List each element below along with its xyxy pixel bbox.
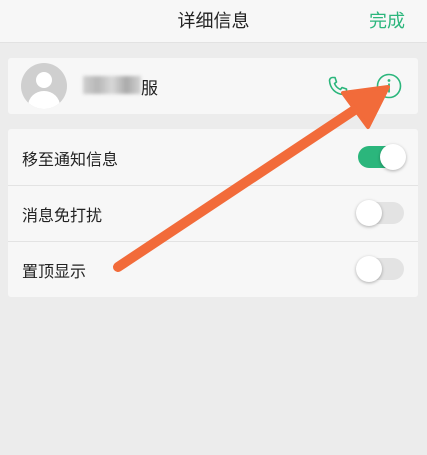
setting-row-do-not-disturb[interactable]: 消息免打扰 [8, 185, 418, 241]
move-to-notification-toggle[interactable] [358, 144, 406, 170]
do-not-disturb-toggle[interactable] [356, 200, 404, 226]
avatar-head-shape [36, 72, 52, 88]
top-bar: 详细信息 完成 [0, 0, 427, 43]
avatar[interactable] [21, 63, 67, 109]
page-title: 详细信息 [177, 11, 250, 32]
pin-to-top-toggle[interactable] [356, 256, 404, 282]
avatar-body-shape [28, 91, 60, 109]
setting-row-move-to-notification[interactable]: 移至通知信息 [8, 129, 418, 185]
toggle-knob [356, 256, 382, 282]
done-button[interactable]: 完成 [369, 7, 405, 33]
phone-icon[interactable] [326, 74, 350, 98]
settings-card: 移至通知信息 消息免打扰 置顶显示 [8, 129, 418, 297]
setting-label: 移至通知信息 [22, 150, 119, 169]
toggle-knob [380, 144, 406, 170]
setting-label: 消息免打扰 [22, 206, 103, 225]
redacted-name-blur [83, 76, 141, 94]
toggle-knob [356, 200, 382, 226]
setting-row-pin-to-top[interactable]: 置顶显示 [8, 241, 418, 297]
setting-label: 置顶显示 [22, 262, 87, 281]
contact-name: 服 [141, 79, 158, 99]
contact-card[interactable]: 服 [8, 58, 418, 114]
info-icon[interactable] [375, 72, 403, 100]
